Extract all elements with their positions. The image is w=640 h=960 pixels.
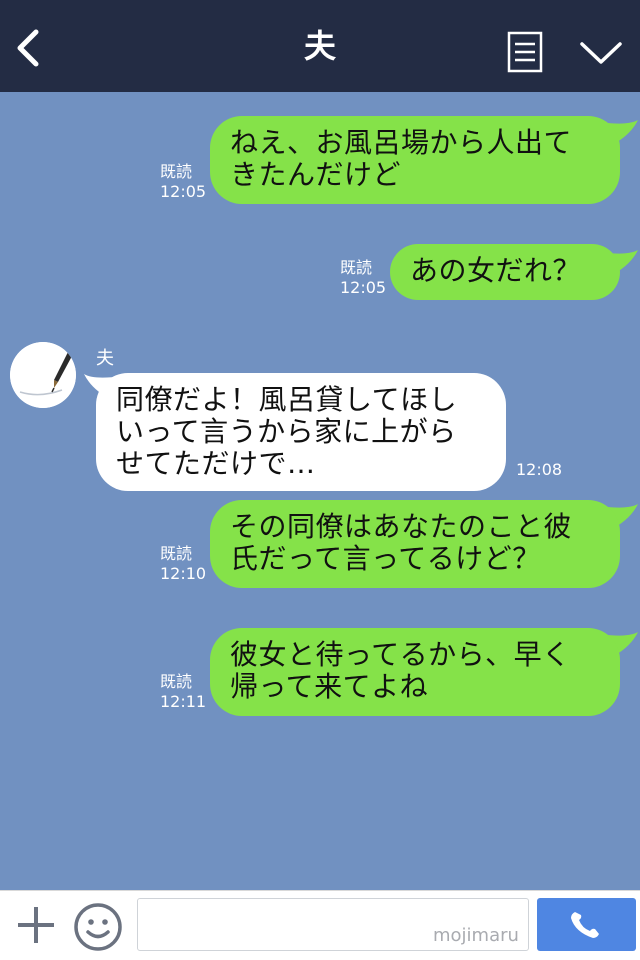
watermark: mojimaru: [433, 925, 519, 946]
chevron-down-icon: [580, 42, 622, 64]
message-text-line: 帰って来てよね: [230, 670, 429, 703]
message-list[interactable]: ねえ、お風呂場から人出て きたんだけど 既読 12:05 あの女だれ？ 既読 1…: [0, 92, 640, 890]
message-text-line: 彼女と待ってるから、早く: [230, 638, 571, 671]
message-bubble-outgoing[interactable]: ねえ、お風呂場から人出て きたんだけど: [210, 116, 620, 204]
message-meta: 既読 12:11: [160, 672, 206, 712]
chat-title: 夫: [303, 27, 336, 65]
message-meta: 既読 12:10: [160, 544, 206, 584]
message-time: 12:11: [160, 692, 207, 711]
message-meta: 12:08: [516, 460, 562, 480]
notes-button[interactable]: [507, 31, 543, 73]
collapse-button[interactable]: [578, 34, 624, 70]
message-text-line: 氏だって言ってるけど？: [230, 542, 541, 575]
phone-icon: [571, 912, 599, 938]
pen-icon: [10, 342, 76, 408]
message-text-line: きたんだけど: [230, 158, 402, 191]
read-receipt: 既読: [160, 162, 193, 181]
message-bubble-outgoing[interactable]: その同僚はあなたのこと彼 氏だって言ってるけど？: [210, 500, 620, 588]
message-bubble-outgoing[interactable]: 彼女と待ってるから、早く 帰って来てよね: [210, 628, 620, 716]
message-meta: 既読 12:05: [160, 162, 206, 202]
message-bubble-incoming[interactable]: 同僚だよ！風呂貸してほし いって言うから家に上がら せてただけで…: [96, 373, 506, 491]
read-receipt: 既読: [160, 672, 193, 691]
message-bubble-outgoing[interactable]: あの女だれ？: [390, 244, 620, 300]
message-time: 12:08: [516, 460, 563, 479]
read-receipt: 既読: [160, 544, 193, 563]
plus-icon: [18, 907, 54, 943]
call-button[interactable]: [537, 898, 636, 951]
smiley-icon: [74, 903, 122, 951]
attach-button[interactable]: [14, 903, 58, 947]
input-bar: mojimaru: [0, 890, 640, 960]
message-meta: 既読 12:05: [340, 258, 386, 298]
message-text-line: その同僚はあなたのこと彼: [230, 510, 573, 543]
chat-header: 夫: [0, 0, 640, 92]
note-icon: [507, 31, 543, 73]
emoji-button[interactable]: [72, 901, 124, 953]
read-receipt: 既読: [340, 258, 373, 277]
message-text-line: せてただけで…: [116, 447, 316, 480]
sender-name: 夫: [96, 348, 114, 369]
message-time: 12:10: [160, 564, 207, 583]
message-text-line: ねえ、お風呂場から人出て: [230, 126, 573, 159]
avatar[interactable]: [10, 342, 76, 408]
message-text-line: 同僚だよ！風呂貸してほし: [116, 383, 458, 416]
message-time: 12:05: [160, 182, 207, 201]
message-text-line: いって言うから家に上がら: [116, 415, 457, 448]
message-text-line: あの女だれ？: [410, 254, 582, 287]
message-time: 12:05: [340, 278, 387, 297]
